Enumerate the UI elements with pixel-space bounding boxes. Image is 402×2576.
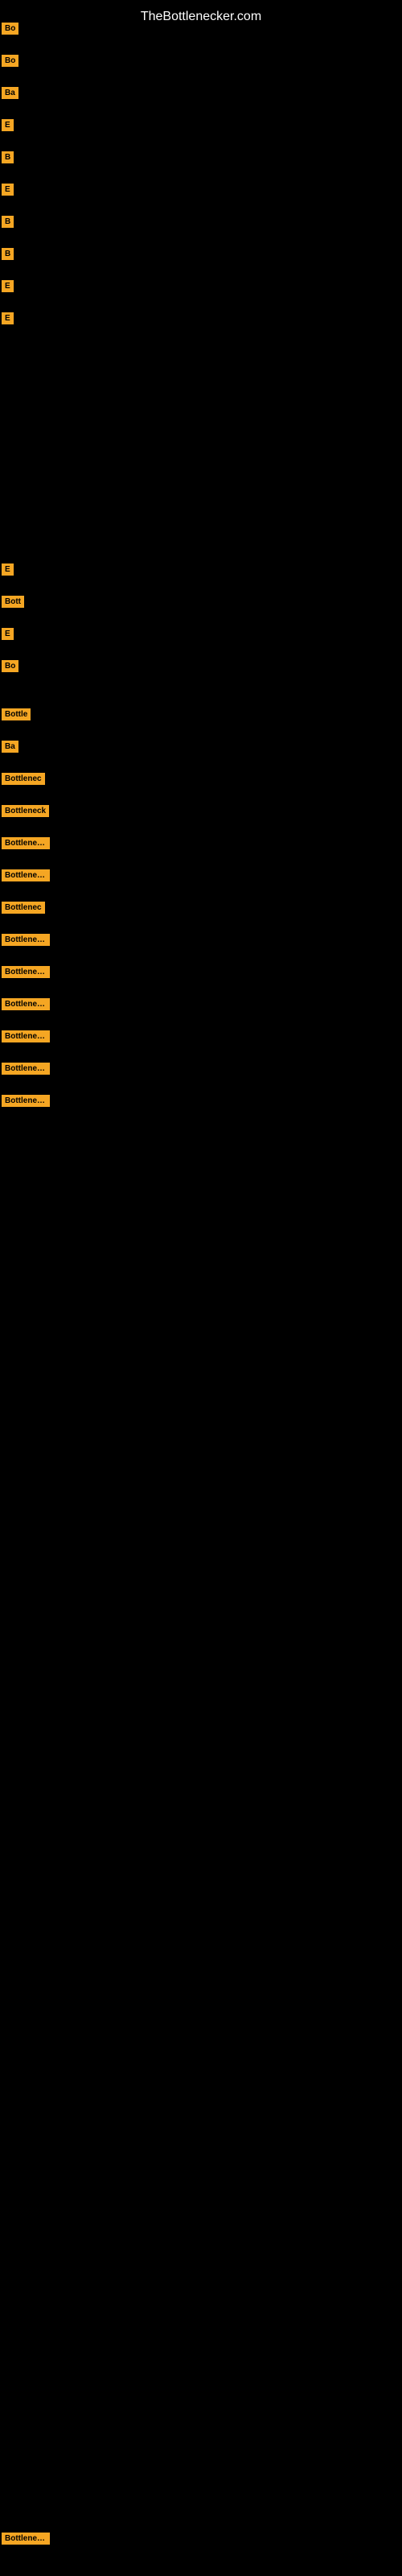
bottleneck-badge-14[interactable]: Bo [2, 660, 18, 672]
bottleneck-badge-24[interactable]: Bottleneck resu [2, 998, 50, 1010]
bottleneck-badge-9[interactable]: E [2, 280, 14, 292]
bottleneck-badge-1[interactable]: Bo [2, 23, 18, 35]
bottleneck-badge-7[interactable]: B [2, 216, 14, 228]
bottleneck-badge-18[interactable]: Bottleneck [2, 805, 49, 817]
site-title: TheBottlenecker.com [0, 3, 402, 31]
bottleneck-badge-16[interactable]: Ba [2, 741, 18, 753]
bottleneck-badge-6[interactable]: E [2, 184, 14, 196]
bottleneck-badge-28[interactable]: Bottleneck res [2, 2533, 50, 2545]
bottleneck-badge-22[interactable]: Bottleneck re [2, 934, 50, 946]
bottleneck-badge-2[interactable]: Bo [2, 55, 18, 67]
bottleneck-badge-5[interactable]: B [2, 151, 14, 163]
bottleneck-badge-19[interactable]: Bottleneck re [2, 837, 50, 849]
bottleneck-badge-12[interactable]: Bott [2, 596, 24, 608]
bottleneck-badge-25[interactable]: Bottleneck resu [2, 1030, 50, 1042]
bottleneck-badge-11[interactable]: E [2, 564, 14, 576]
bottleneck-badge-26[interactable]: Bottleneck resu [2, 1063, 50, 1075]
bottleneck-badge-20[interactable]: Bottleneck r [2, 869, 50, 881]
bottleneck-badge-27[interactable]: Bottleneck resu [2, 1095, 50, 1107]
bottleneck-badge-8[interactable]: B [2, 248, 14, 260]
bottleneck-badge-4[interactable]: E [2, 119, 14, 131]
bottleneck-badge-17[interactable]: Bottlenec [2, 773, 45, 785]
bottleneck-badge-10[interactable]: E [2, 312, 14, 324]
bottleneck-badge-3[interactable]: Ba [2, 87, 18, 99]
bottleneck-badge-23[interactable]: Bottleneck resu [2, 966, 50, 978]
bottleneck-badge-15[interactable]: Bottle [2, 708, 31, 720]
bottleneck-badge-21[interactable]: Bottlenec [2, 902, 45, 914]
bottleneck-badge-13[interactable]: E [2, 628, 14, 640]
